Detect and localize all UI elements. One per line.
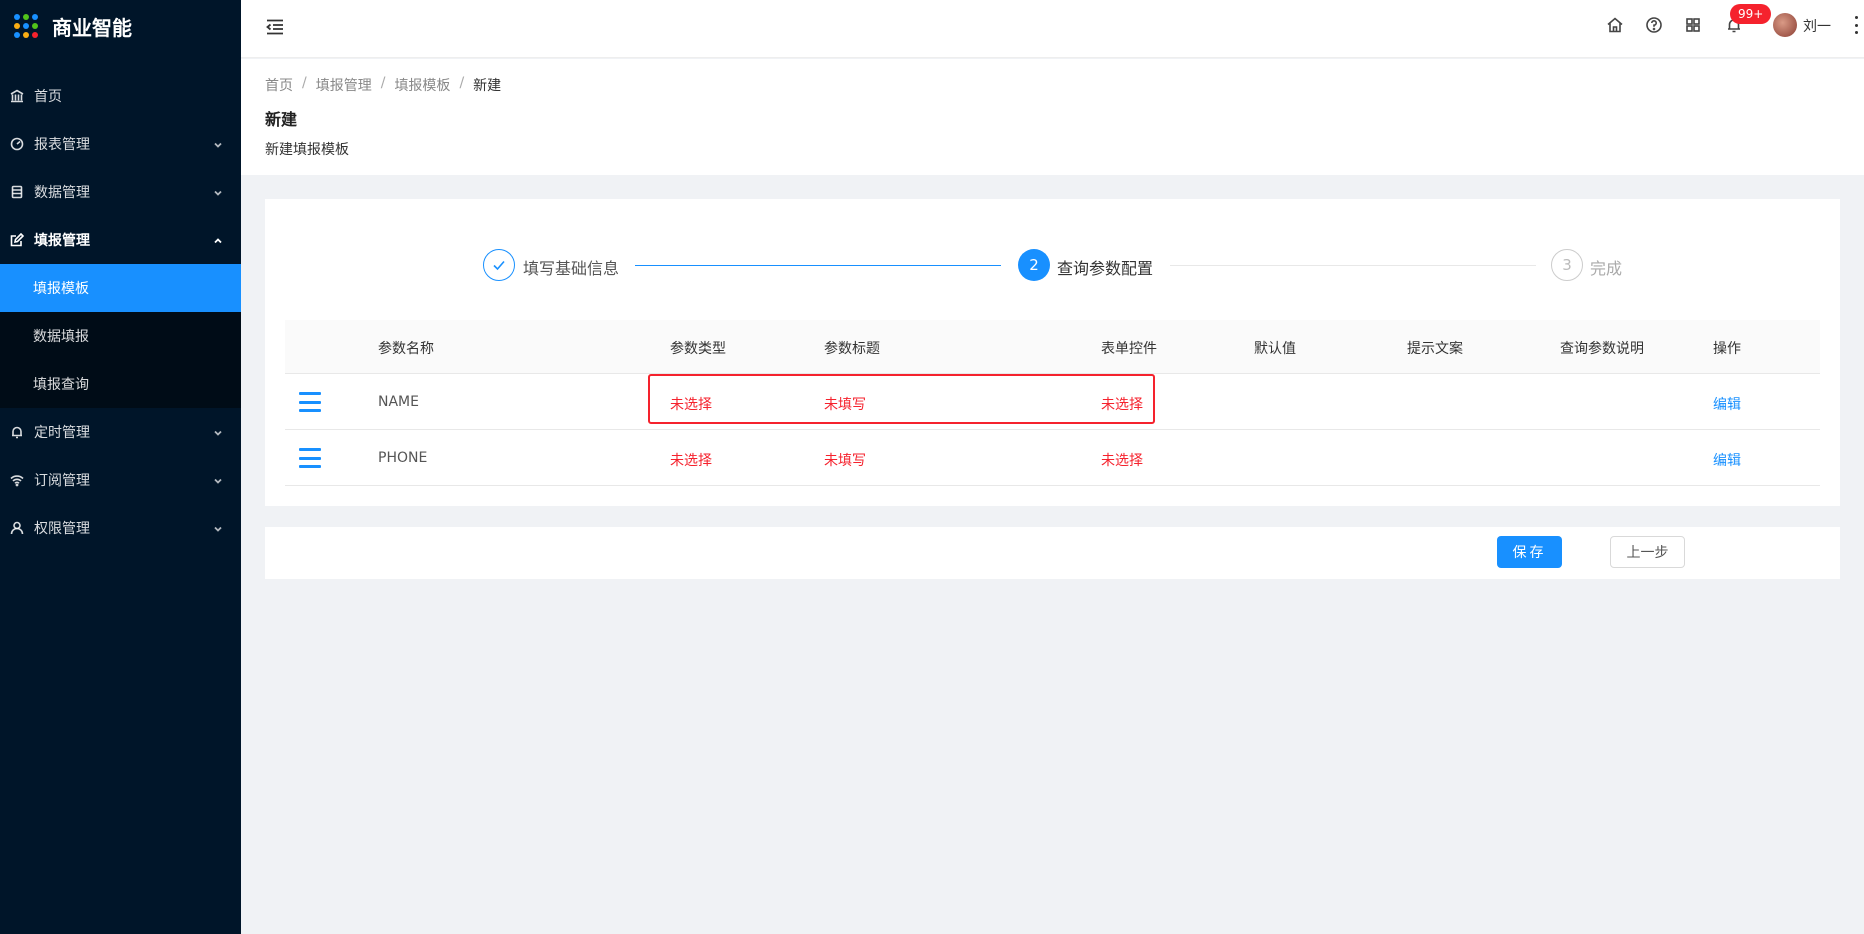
user-name[interactable]: 刘一: [1803, 16, 1831, 36]
column-header: 提示文案: [1407, 341, 1463, 357]
column-header: 参数标题: [824, 341, 880, 357]
sidebar-item-reports[interactable]: 报表管理: [0, 120, 241, 168]
step-2-connector: [1170, 265, 1536, 266]
sidebar-item-permission[interactable]: 权限管理: [0, 504, 241, 552]
database-icon: [10, 185, 24, 199]
breadcrumb-current: 新建: [473, 78, 502, 94]
edit-link[interactable]: 编辑: [1713, 394, 1741, 414]
chevron-down-icon: [213, 186, 223, 196]
sidebar-item-subscription[interactable]: 订阅管理: [0, 456, 241, 504]
sidebar-item-label: 填报模板: [33, 281, 89, 297]
table-row: PHONE 未选择 未填写 未选择 编辑: [285, 430, 1820, 486]
sidebar-item-label: 填报管理: [34, 233, 90, 249]
sidebar-item-data-fill[interactable]: 数据填报: [0, 312, 241, 360]
sidebar-item-label: 报表管理: [34, 137, 90, 153]
step-2-title: 查询参数配置: [1057, 259, 1154, 278]
param-name: NAME: [378, 394, 419, 410]
footer-actions: 保存 上一步: [265, 527, 1840, 579]
avatar[interactable]: [1773, 13, 1797, 37]
column-header: 查询参数说明: [1560, 341, 1644, 357]
page-header: 首页 / 填报管理 / 填报模板 / 新建 新建 新建填报模板: [241, 59, 1864, 175]
step-3-title: 完成: [1590, 259, 1623, 278]
bank-icon: [10, 89, 24, 103]
sidebar-item-label: 数据填报: [33, 329, 89, 345]
step-1-check-icon: [483, 249, 515, 281]
sidebar-item-label: 定时管理: [34, 425, 90, 441]
breadcrumb-fill-template[interactable]: 填报模板: [394, 75, 450, 95]
breadcrumb-fill-management[interactable]: 填报管理: [316, 75, 372, 95]
menu-fold-icon[interactable]: [265, 17, 285, 37]
param-name: PHONE: [378, 450, 428, 466]
apps-logo-icon: [14, 14, 38, 38]
param-type: 未选择: [670, 453, 712, 469]
sidebar-item-label: 权限管理: [34, 521, 90, 537]
drag-handle-icon[interactable]: [299, 392, 321, 412]
page-description: 新建填报模板: [265, 142, 349, 158]
sidebar-item-label: 数据管理: [34, 185, 90, 201]
column-header: 参数名称: [378, 341, 434, 357]
column-header: 表单控件: [1101, 341, 1157, 357]
edit-icon: [10, 233, 24, 247]
param-title: 未填写: [824, 453, 866, 469]
user-icon: [10, 521, 24, 535]
chevron-down-icon: [213, 522, 223, 532]
sidebar-item-label: 填报查询: [33, 377, 89, 393]
prev-step-button[interactable]: 上一步: [1610, 536, 1685, 568]
param-control: 未选择: [1101, 453, 1143, 469]
column-header: 操作: [1713, 341, 1741, 357]
app-title: 商业智能: [52, 15, 132, 40]
main-card: 填写基础信息 2 查询参数配置 3 完成 参数名称 参数类型 参数标题 表单控件…: [265, 199, 1840, 506]
column-header: 参数类型: [670, 341, 726, 357]
chevron-down-icon: [213, 474, 223, 484]
sidebar-submenu-fill: 填报模板 数据填报 填报查询: [0, 264, 241, 408]
chevron-down-icon: [213, 426, 223, 436]
notification-badge: 99+: [1730, 4, 1772, 24]
column-header: 默认值: [1254, 341, 1296, 357]
dashboard-icon: [10, 137, 24, 151]
edit-link[interactable]: 编辑: [1713, 450, 1741, 470]
sidebar-item-fill[interactable]: 填报管理: [0, 216, 241, 264]
chevron-up-icon: [213, 234, 223, 244]
sidebar: 商业智能 首页 报表管理 数据管理 填报管理 填报模板 数据填报 填报查询 定时…: [0, 0, 241, 934]
step-3-indicator: 3: [1551, 249, 1583, 281]
drag-handle-icon[interactable]: [299, 448, 321, 468]
wifi-icon: [10, 473, 24, 487]
sidebar-item-home[interactable]: 首页: [0, 72, 241, 120]
chevron-down-icon: [213, 138, 223, 148]
breadcrumb-separator: /: [459, 75, 465, 91]
sidebar-item-fill-template[interactable]: 填报模板: [0, 264, 241, 312]
steps: 填写基础信息 2 查询参数配置 3 完成: [265, 249, 1840, 283]
top-header: 99+ 刘一: [241, 0, 1864, 58]
sidebar-item-label: 订阅管理: [34, 473, 90, 489]
page-title: 新建: [265, 110, 298, 129]
save-button[interactable]: 保存: [1497, 536, 1562, 568]
breadcrumb: 首页 / 填报管理 / 填报模板 / 新建: [265, 75, 501, 95]
bell-icon: [10, 425, 24, 439]
more-vertical-icon[interactable]: [1853, 14, 1859, 36]
sidebar-item-label: 首页: [34, 89, 62, 105]
highlight-annotation-box: [648, 374, 1155, 424]
apps-grid-icon[interactable]: [1684, 16, 1702, 34]
step-1-title: 填写基础信息: [523, 259, 620, 278]
home-icon[interactable]: [1606, 16, 1624, 34]
sidebar-item-schedule[interactable]: 定时管理: [0, 408, 241, 456]
sidebar-menu: 首页 报表管理 数据管理 填报管理 填报模板 数据填报 填报查询 定时管理 订阅…: [0, 72, 241, 552]
breadcrumb-home[interactable]: 首页: [265, 75, 293, 95]
breadcrumb-separator: /: [380, 75, 386, 91]
step-2-indicator: 2: [1018, 249, 1050, 281]
help-icon[interactable]: [1645, 16, 1663, 34]
step-1-connector: [635, 265, 1001, 266]
breadcrumb-separator: /: [302, 75, 307, 91]
sidebar-item-fill-query[interactable]: 填报查询: [0, 360, 241, 408]
table-header: 参数名称 参数类型 参数标题 表单控件 默认值 提示文案 查询参数说明 操作: [285, 320, 1820, 374]
app-logo[interactable]: 商业智能: [0, 0, 241, 52]
sidebar-item-data[interactable]: 数据管理: [0, 168, 241, 216]
